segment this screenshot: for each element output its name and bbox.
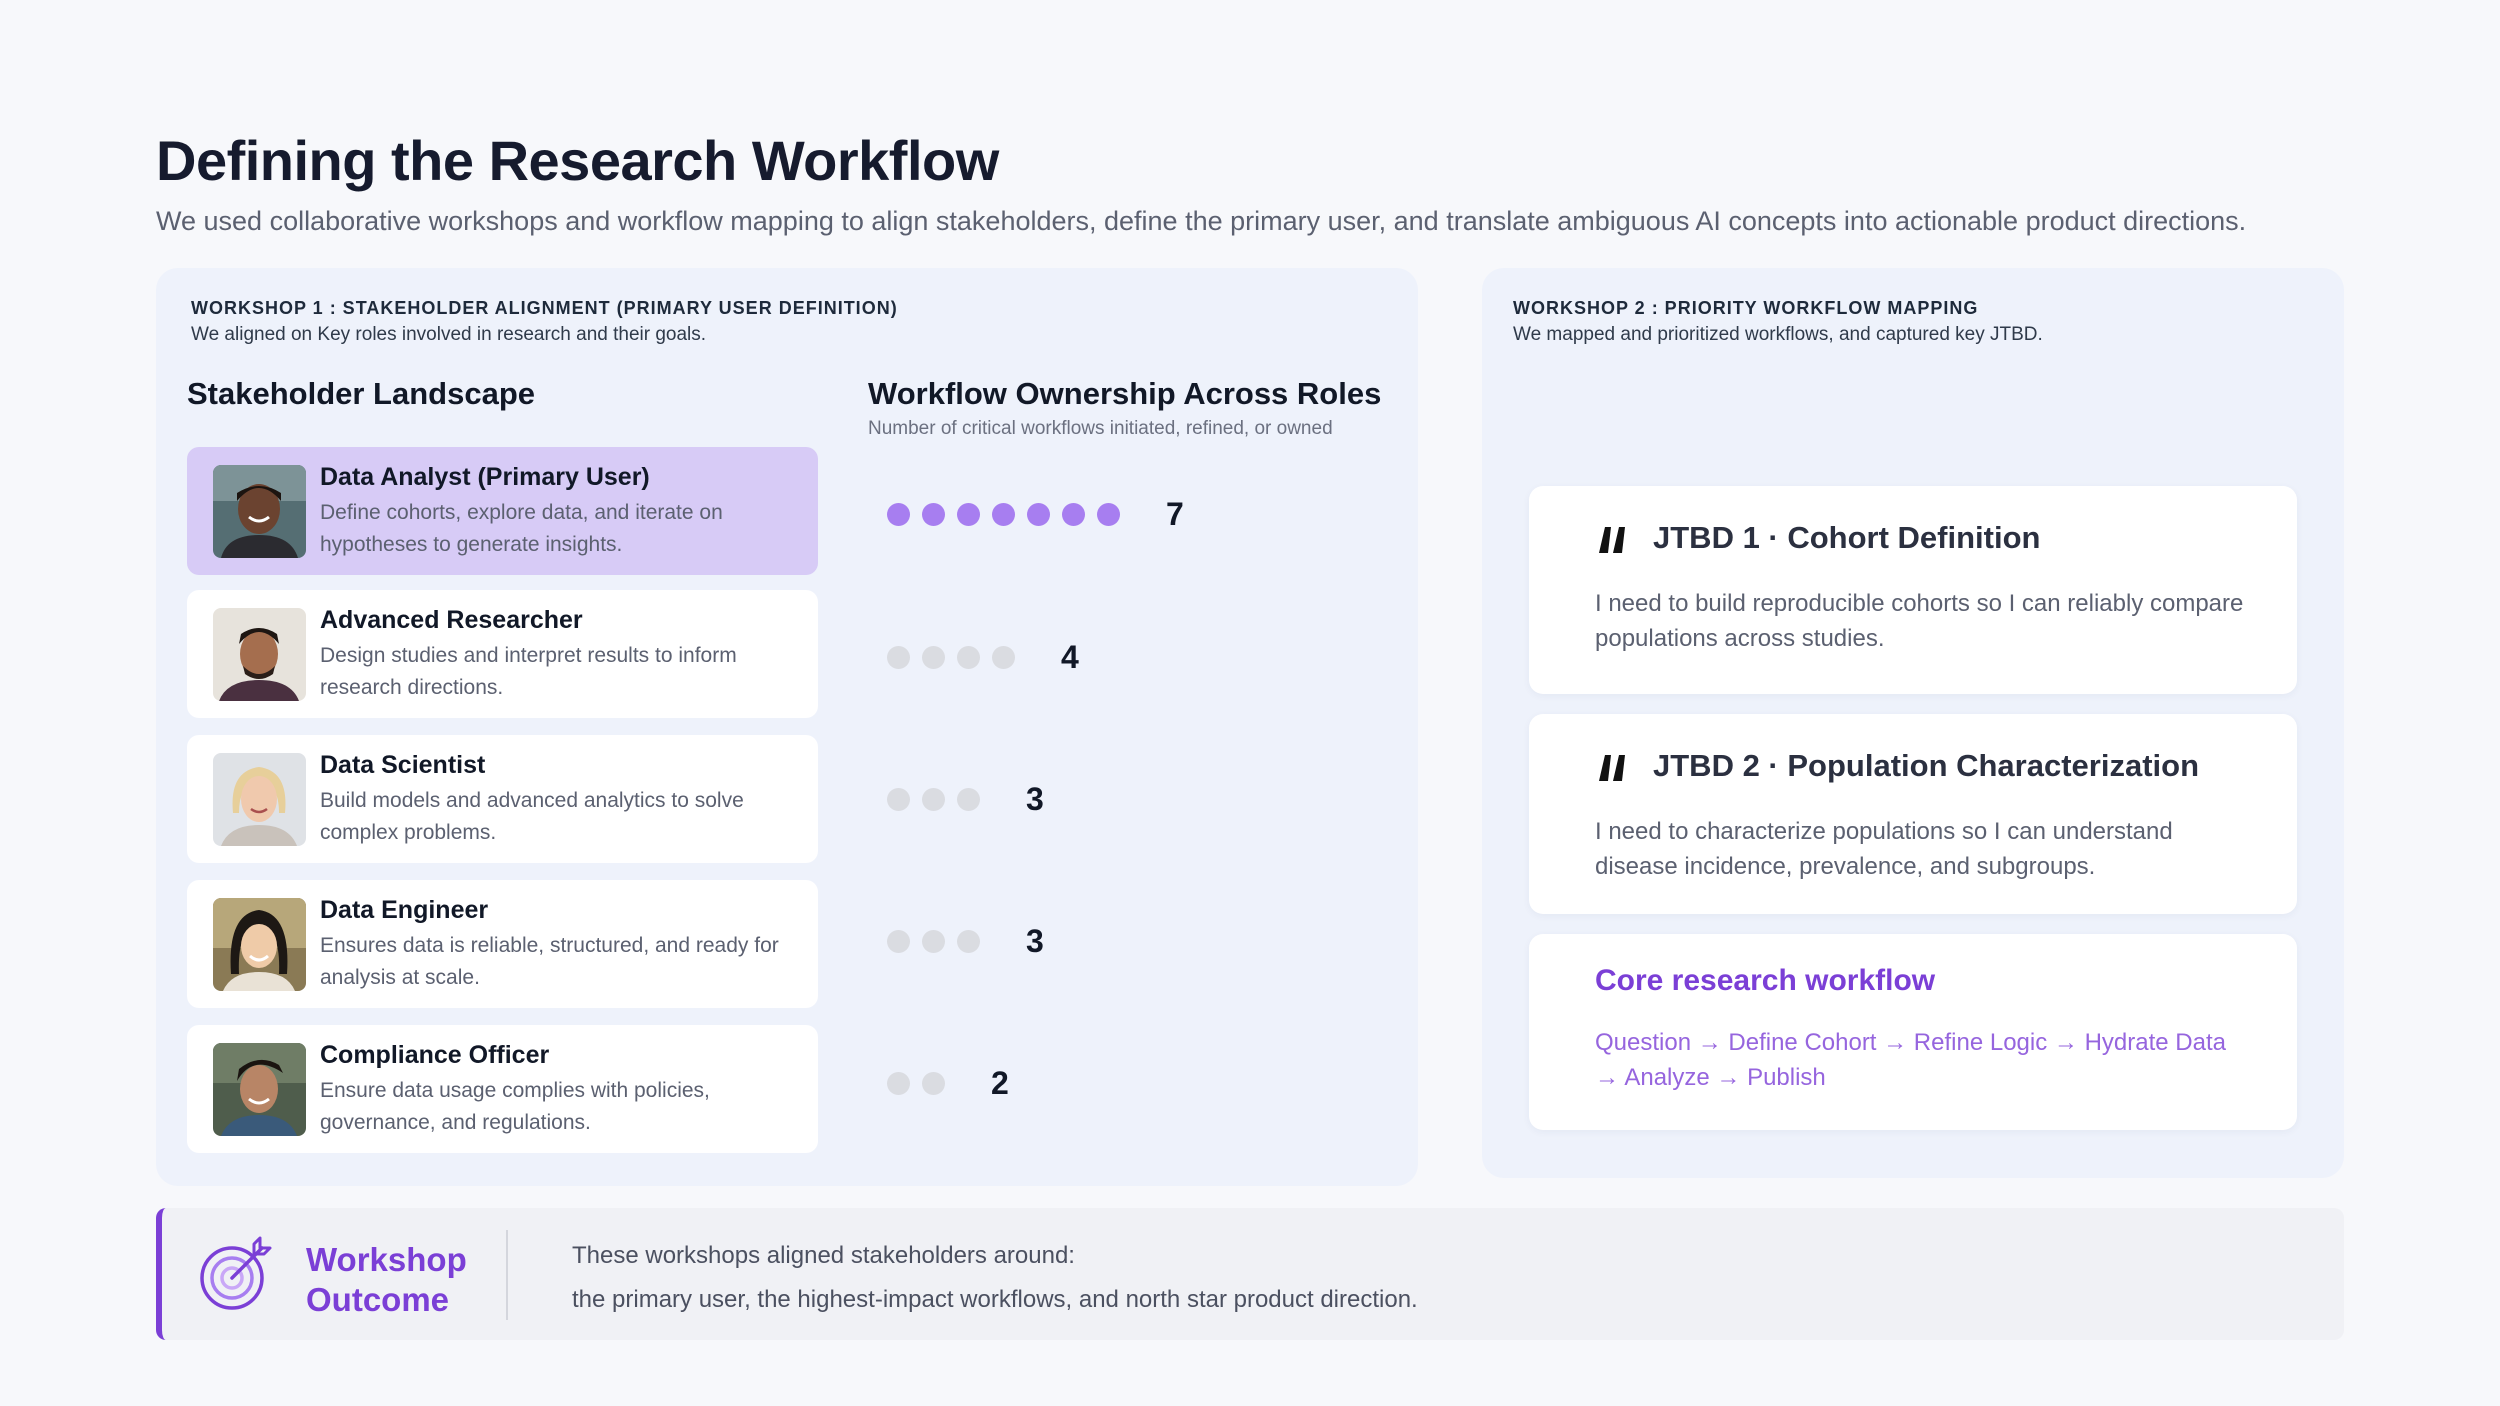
divider (506, 1230, 508, 1320)
workflow-dot (922, 645, 945, 669)
workflow-dot (957, 787, 980, 811)
jtbd-title: JTBD 1 · Cohort Definition (1653, 520, 2041, 555)
workflow-ownership-heading: Workflow Ownership Across Roles (868, 376, 1382, 411)
stakeholder-description: Build models and advanced analytics to s… (320, 789, 744, 844)
page-subtitle: We used collaborative workshops and work… (156, 206, 2247, 236)
workflow-dot (1027, 502, 1050, 526)
workshop-2-title: WORKSHOP 2 : PRIORITY WORKFLOW MAPPING (1513, 298, 1979, 318)
workflow-dot (887, 502, 910, 526)
workflow-dot (922, 1071, 945, 1095)
stakeholder-description: Define cohorts, explore data, and iterat… (320, 501, 723, 556)
outcome-title-line-2: Outcome (306, 1281, 450, 1318)
stakeholder-landscape-heading: Stakeholder Landscape (187, 376, 536, 411)
stakeholder-card-advanced-researcher[interactable]: Advanced Researcher Design studies and i… (187, 590, 818, 718)
outcome-title: Workshop Outcome (306, 1240, 467, 1320)
workflow-dot (922, 502, 945, 526)
stakeholder-name: Compliance Officer (320, 1041, 550, 1069)
jtbd-text: I need to characterize populations so I … (1595, 818, 2173, 880)
stakeholder-description: Design studies and interpret results to … (320, 644, 737, 699)
stakeholder-card-compliance-officer[interactable]: Compliance Officer Ensure data usage com… (187, 1025, 818, 1153)
outcome-title-line-1: Workshop (306, 1241, 467, 1278)
jtbd-title: JTBD 2 · Population Characterization (1653, 748, 2200, 783)
stakeholder-name: Data Engineer (320, 896, 489, 924)
workshop-1-panel: WORKSHOP 1 : STAKEHOLDER ALIGNMENT (PRIM… (156, 268, 1418, 1186)
workflow-count: 3 (1026, 780, 1044, 817)
workflow-dot (1097, 502, 1120, 526)
jtbd-card-2[interactable]: JTBD 2 · Population Characterization I n… (1529, 714, 2297, 914)
avatar (213, 753, 306, 846)
workflow-dot (887, 929, 910, 953)
workflow-count: 2 (991, 1064, 1009, 1101)
avatar (213, 608, 306, 701)
jtbd-text: I need to build reproducible cohorts so … (1595, 590, 2244, 652)
avatar (213, 898, 306, 991)
workflow-count: 7 (1166, 495, 1184, 532)
avatar (213, 465, 306, 558)
workflow-count: 3 (1026, 922, 1044, 959)
stakeholder-name: Data Analyst (Primary User) (320, 463, 650, 491)
target-icon (200, 1236, 272, 1310)
stakeholder-card-data-scientist[interactable]: Data Scientist Build models and advanced… (187, 735, 818, 863)
workflow-dots-advanced-researcher: 4 (887, 639, 1079, 675)
workshop-2-panel: WORKSHOP 2 : PRIORITY WORKFLOW MAPPING W… (1482, 268, 2344, 1178)
workshop-2-description: We mapped and prioritized workflows, and… (1513, 324, 2043, 345)
workshop-outcome-banner: Workshop Outcome These workshops aligned… (156, 1208, 2344, 1340)
core-workflow-card[interactable]: Core research workflow Question → Define… (1529, 934, 2297, 1130)
workflow-ownership-subtitle: Number of critical workflows initiated, … (868, 418, 1333, 439)
workflow-dot (957, 645, 980, 669)
workflow-dot (887, 1071, 910, 1095)
workflow-dots-data-analyst: 7 (887, 496, 1184, 532)
quote-icon (1599, 755, 1625, 781)
workflow-count: 4 (1061, 638, 1079, 675)
workflow-dot (957, 502, 980, 526)
workshop-1-description: We aligned on Key roles involved in rese… (191, 324, 707, 345)
stakeholder-name: Data Scientist (320, 751, 486, 779)
workflow-dot (957, 929, 980, 953)
core-workflow-steps: Question → Define Cohort → Refine Logic … (1595, 1029, 2226, 1091)
stakeholder-card-data-analyst[interactable]: Data Analyst (Primary User) Define cohor… (187, 447, 818, 575)
jtbd-card-1[interactable]: JTBD 1 · Cohort Definition I need to bui… (1529, 486, 2297, 694)
workflow-dot (992, 645, 1015, 669)
quote-icon (1599, 527, 1625, 553)
outcome-line-2: the primary user, the highest-impact wor… (572, 1286, 1418, 1313)
workflow-dots-data-engineer: 3 (887, 923, 1044, 959)
workflow-dots-compliance-officer: 2 (887, 1065, 1009, 1101)
workflow-dots-data-scientist: 3 (887, 781, 1044, 817)
core-workflow-title: Core research workflow (1595, 964, 1936, 997)
page-title: Defining the Research Workflow (156, 129, 999, 192)
stakeholder-description: Ensure data usage complies with policies… (320, 1079, 710, 1134)
avatar (213, 1043, 306, 1136)
stakeholder-description: Ensures data is reliable, structured, an… (320, 934, 779, 989)
workflow-dot (922, 929, 945, 953)
outcome-line-1: These workshops aligned stakeholders aro… (572, 1242, 1075, 1269)
workflow-dot (922, 787, 945, 811)
stakeholder-card-data-engineer[interactable]: Data Engineer Ensures data is reliable, … (187, 880, 818, 1008)
workflow-dot (887, 787, 910, 811)
stakeholder-name: Advanced Researcher (320, 606, 583, 634)
workflow-dot (887, 645, 910, 669)
workshop-1-title: WORKSHOP 1 : STAKEHOLDER ALIGNMENT (PRIM… (191, 298, 898, 318)
workflow-dot (992, 502, 1015, 526)
workflow-dot (1062, 502, 1085, 526)
